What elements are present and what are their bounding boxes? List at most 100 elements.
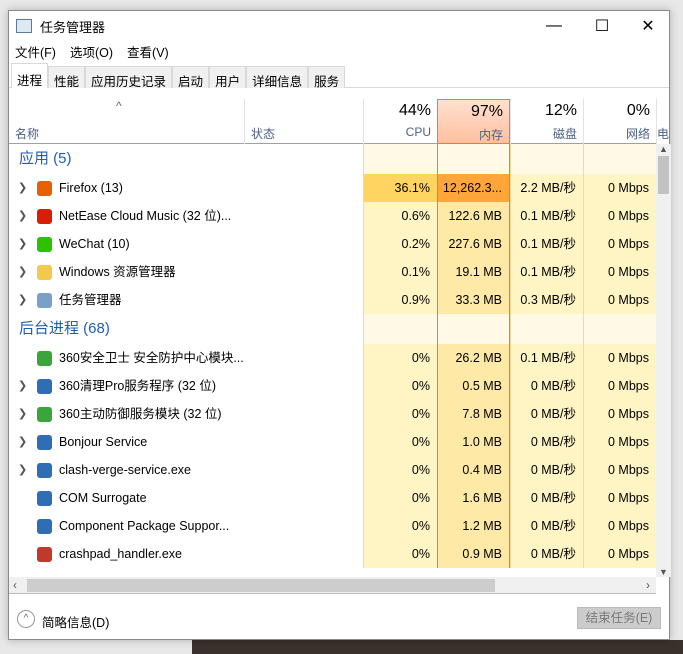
cpu-cell: 0.9% [363, 286, 437, 314]
net-cell: 0 Mbps [583, 372, 656, 400]
disk-cell: 0.1 MB/秒 [510, 258, 583, 286]
tab-details[interactable]: 详细信息 [246, 66, 309, 89]
process-row[interactable]: ❯ NetEase Cloud Music (32 位)... 0.6% 122.6 … [9, 202, 656, 230]
net-cell: 0 Mbps [583, 202, 656, 230]
column-status[interactable]: 状态 [244, 99, 363, 144]
process-name: 360主动防御服务模块 (32 位) [59, 407, 222, 421]
column-name[interactable]: 名称 [9, 99, 244, 144]
tab-services[interactable]: 服务 [308, 66, 346, 89]
title-bar: 任务管理器 — ☐ ✕ [9, 11, 669, 41]
process-row[interactable]: ❯ 360主动防御服务模块 (32 位) 0% 7.8 MB 0 MB/秒 0 Mbps [9, 400, 656, 428]
disk-cell: 0 MB/秒 [510, 512, 583, 540]
net-cell: 0 Mbps [583, 484, 656, 512]
vertical-scroll-thumb[interactable] [658, 156, 669, 194]
process-row[interactable]: ❯ WeChat (10) 0.2% 227.6 MB 0.1 MB/秒 0 Mbps [9, 230, 656, 258]
crashpad-icon [37, 547, 52, 562]
wechat-icon [37, 237, 52, 252]
menu-file[interactable]: 文件(F) [15, 42, 56, 61]
net-cell: 0 Mbps [583, 512, 656, 540]
cpu-cell: 36.1% [363, 174, 437, 202]
name-cell: ❯ 360清理Pro服务程序 (32 位) [9, 372, 244, 400]
process-name: COM Surrogate [59, 491, 147, 505]
group-cpu-cell [363, 314, 437, 344]
service-icon [37, 519, 52, 534]
name-cell: ❯ NetEase Cloud Music (32 位)... [9, 202, 244, 230]
menu-options[interactable]: 选项(O) [70, 42, 113, 61]
horizontal-scrollbar[interactable]: ‹ › [9, 577, 656, 594]
disk-cell: 0 MB/秒 [510, 456, 583, 484]
process-row[interactable]: ❯ Bonjour Service 0% 1.0 MB 0 MB/秒 0 Mbps [9, 428, 656, 456]
scroll-left-icon[interactable]: ‹ [13, 578, 17, 592]
disk-cell: 0.1 MB/秒 [510, 230, 583, 258]
expand-chevron-icon[interactable]: ❯ [18, 372, 27, 400]
mem-cell: 7.8 MB [437, 400, 510, 428]
fewer-details-link[interactable]: 简略信息(D) [42, 612, 109, 631]
process-name: crashpad_handler.exe [59, 547, 183, 561]
expand-chevron-icon[interactable]: ❯ [18, 286, 27, 314]
column-disk[interactable]: 12% 磁盘 [510, 99, 583, 144]
group-mem-cell [437, 314, 510, 344]
mem-cell: 1.0 MB [437, 428, 510, 456]
name-cell: crashpad_handler.exe [9, 540, 244, 568]
tab-performance[interactable]: 性能 [48, 66, 86, 89]
mem-cell: 0.4 MB [437, 456, 510, 484]
column-cpu[interactable]: 44% CPU [363, 99, 437, 144]
cpu-cell: 0% [363, 484, 437, 512]
desktop-background [192, 640, 683, 654]
mem-cell: 122.6 MB [437, 202, 510, 230]
group-header[interactable]: 后台进程 (68) [9, 314, 656, 344]
maximize-button[interactable]: ☐ [579, 11, 625, 41]
tab-users[interactable]: 用户 [209, 66, 247, 89]
horizontal-scroll-thumb[interactable] [27, 579, 495, 592]
tab-startup[interactable]: 启动 [172, 66, 210, 89]
disk-cell: 0 MB/秒 [510, 428, 583, 456]
scroll-down-icon[interactable]: ▼ [656, 567, 671, 577]
cpu-cell: 0.2% [363, 230, 437, 258]
group-header[interactable]: 应用 (5) [9, 144, 656, 174]
menu-view[interactable]: 查看(V) [127, 42, 169, 61]
process-row[interactable]: COM Surrogate 0% 1.6 MB 0 MB/秒 0 Mbps [9, 484, 656, 512]
cpu-cell: 0% [363, 372, 437, 400]
process-row[interactable]: 360安全卫士 安全防护中心模块... 0% 26.2 MB 0.1 MB/秒 0 Mb… [9, 344, 656, 372]
tab-bar: 进程 性能 应用历史记录 启动 用户 详细信息 服务 [9, 63, 669, 89]
mem-cell: 1.6 MB [437, 484, 510, 512]
process-row[interactable]: ❯ 任务管理器 0.9% 33.3 MB 0.3 MB/秒 0 Mbps [9, 286, 656, 314]
column-memory[interactable]: 97% 内存 [437, 99, 510, 144]
expand-chevron-icon[interactable]: ❯ [18, 428, 27, 456]
process-row[interactable]: ❯ clash-verge-service.exe 0% 0.4 MB 0 MB/秒 0 … [9, 456, 656, 484]
cpu-cell: 0% [363, 540, 437, 568]
net-cell: 0 Mbps [583, 400, 656, 428]
column-network[interactable]: 0% 网络 [583, 99, 656, 144]
expand-chevron-icon[interactable]: ❯ [18, 230, 27, 258]
process-row[interactable]: ❯ Windows 资源管理器 0.1% 19.1 MB 0.1 MB/秒 0 Mbps [9, 258, 656, 286]
expand-chevron-icon[interactable]: ❯ [18, 258, 27, 286]
mem-cell: 33.3 MB [437, 286, 510, 314]
expand-chevron-icon[interactable]: ❯ [18, 174, 27, 202]
cpu-cell: 0.6% [363, 202, 437, 230]
expand-chevron-icon[interactable]: ❯ [18, 456, 27, 484]
scroll-right-icon[interactable]: › [646, 578, 650, 592]
vertical-scrollbar[interactable]: ▲ ▼ [656, 144, 671, 577]
tab-app-history[interactable]: 应用历史记录 [85, 66, 173, 89]
table-header: ^ 名称 状态 44% CPU 97% 内存 12% 磁盘 0% 网络 电 [9, 99, 669, 144]
mem-cell: 227.6 MB [437, 230, 510, 258]
expand-chevron-icon[interactable]: ❯ [18, 202, 27, 230]
group-cpu-cell [363, 144, 437, 174]
scroll-up-icon[interactable]: ▲ [656, 144, 671, 154]
process-row[interactable]: ❯ Firefox (13) 36.1% 12,262.3... 2.2 MB/秒 0 M… [9, 174, 656, 202]
end-task-button[interactable]: 结束任务(E) [577, 607, 661, 629]
process-row[interactable]: crashpad_handler.exe 0% 0.9 MB 0 MB/秒 0 Mbps [9, 540, 656, 568]
column-power[interactable]: 电 [656, 99, 671, 144]
close-button[interactable]: ✕ [625, 11, 671, 41]
expand-chevron-icon[interactable]: ❯ [18, 400, 27, 428]
process-name: Bonjour Service [59, 435, 148, 449]
group-title: 后台进程 (68) [19, 320, 110, 337]
process-table: ^ 名称 状态 44% CPU 97% 内存 12% 磁盘 0% 网络 电 应用 (5)… [9, 99, 669, 568]
tab-processes[interactable]: 进程 [11, 63, 49, 88]
minimize-button[interactable]: — [531, 11, 577, 41]
group-title: 应用 (5) [19, 150, 72, 167]
process-row[interactable]: ❯ 360清理Pro服务程序 (32 位) 0% 0.5 MB 0 MB/秒 0 Mbps [9, 372, 656, 400]
netease-music-icon [37, 209, 52, 224]
process-row[interactable]: Component Package Suppor... 0% 1.2 MB 0 MB/… [9, 512, 656, 540]
collapse-icon[interactable]: ^ [17, 610, 35, 628]
